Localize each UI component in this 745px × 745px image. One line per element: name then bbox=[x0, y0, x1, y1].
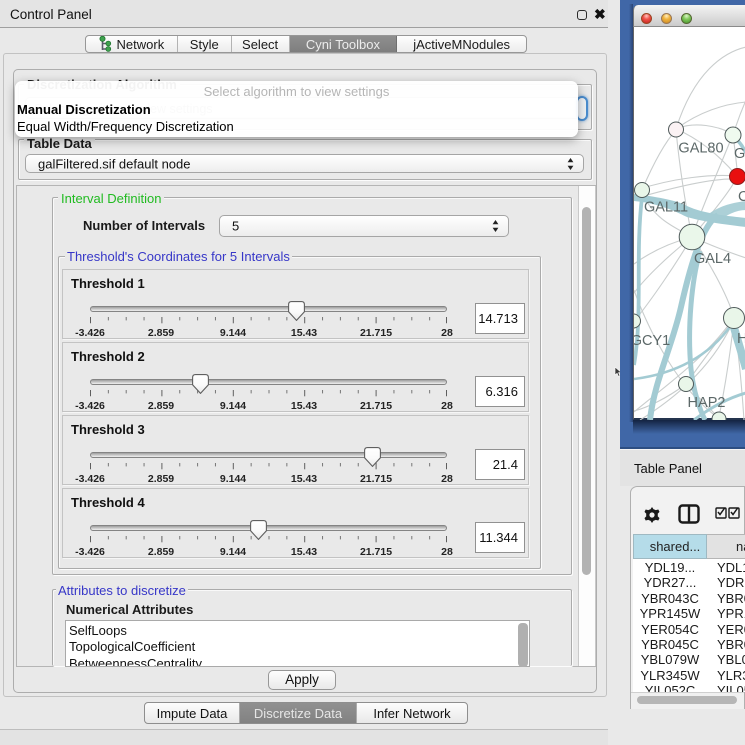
svg-text:GA: GA bbox=[734, 146, 745, 162]
svg-text:GAL4: GAL4 bbox=[694, 251, 731, 267]
svg-text:GAL80: GAL80 bbox=[678, 141, 723, 157]
svg-text:C: C bbox=[738, 189, 745, 205]
svg-text:HAP2: HAP2 bbox=[688, 395, 726, 411]
svg-text:HI: HI bbox=[737, 331, 745, 347]
svg-text:GCY1: GCY1 bbox=[634, 333, 670, 349]
svg-text:GAL11: GAL11 bbox=[644, 200, 688, 216]
